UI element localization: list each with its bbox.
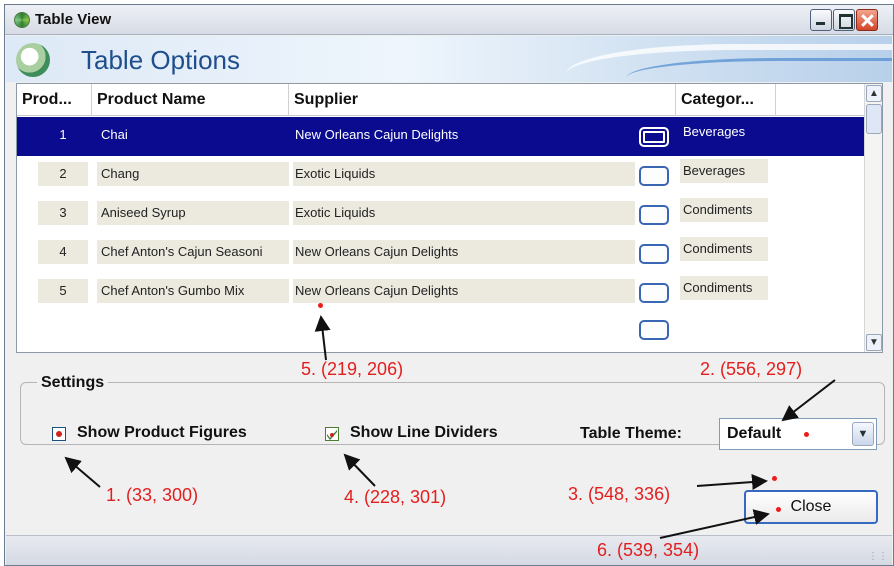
product-figure-button[interactable] — [639, 320, 669, 340]
cell-product-id: 4 — [38, 240, 88, 264]
table-row[interactable]: 5 Chef Anton's Gumbo Mix New Orleans Caj… — [17, 273, 865, 312]
banner-title: Table Options — [81, 45, 240, 75]
table-row[interactable]: 4 Chef Anton's Cajun Seasoni New Orleans… — [17, 234, 865, 273]
product-figure-button[interactable] — [639, 205, 669, 225]
cell-product-name: Chang — [97, 162, 289, 186]
window-close-button[interactable] — [856, 9, 878, 31]
annotation-marker — [804, 432, 809, 437]
column-header-category[interactable]: Categor... — [676, 84, 776, 116]
maximize-button[interactable] — [833, 9, 855, 31]
chevron-down-icon[interactable]: ▼ — [852, 422, 874, 446]
show-line-dividers-checkbox[interactable] — [325, 427, 339, 441]
annotation-label: 5. (219, 206) — [301, 359, 404, 379]
window-title: Table View — [35, 11, 112, 28]
column-header-supplier[interactable]: Supplier — [289, 84, 676, 116]
annotation-label: 1. (33, 300) — [106, 485, 199, 505]
checkmark-icon — [327, 430, 337, 440]
cell-product-id: 2 — [38, 162, 88, 186]
annotation-label: 6. (539, 354) — [597, 540, 700, 560]
cell-product-name: Chai — [101, 127, 128, 142]
table-theme-label: Table Theme: — [580, 425, 682, 442]
show-product-figures-label[interactable]: Show Product Figures — [77, 424, 247, 442]
scroll-up-icon[interactable]: ▲ — [866, 85, 882, 102]
product-table[interactable]: Prod... Product Name Supplier Categor...… — [16, 83, 883, 353]
cell-supplier: Exotic Liquids — [293, 162, 635, 186]
cell-category: Condiments — [680, 198, 768, 222]
settings-legend: Settings — [37, 374, 109, 392]
status-bar: ⋮⋮ — [6, 535, 892, 565]
cell-supplier: New Orleans Cajun Delights — [293, 240, 635, 264]
table-row[interactable]: 2 Chang Exotic Liquids Beverages — [17, 156, 865, 195]
table-row[interactable]: 1 Chai New Orleans Cajun Delights Bevera… — [17, 117, 865, 156]
resize-grip-icon[interactable]: ⋮⋮ — [868, 551, 888, 562]
annotation-marker — [318, 303, 323, 308]
cell-category: Condiments — [680, 276, 768, 300]
cell-product-id: 3 — [38, 201, 88, 225]
annotation-label: 2. (556, 297) — [700, 359, 803, 379]
table-row-partial[interactable] — [17, 312, 865, 351]
table-theme-select[interactable]: Default ▼ — [719, 418, 877, 450]
cell-category: Beverages — [683, 124, 746, 139]
column-header-product-name[interactable]: Product Name — [92, 84, 289, 116]
minimize-button[interactable] — [810, 9, 832, 31]
annotation-label: 3. (548, 336) — [568, 484, 671, 504]
cell-category: Condiments — [680, 237, 768, 261]
cell-category: Beverages — [680, 159, 768, 183]
cell-supplier: New Orleans Cajun Delights — [293, 279, 635, 303]
show-product-figures-checkbox[interactable] — [52, 427, 66, 441]
cell-product-id: 5 — [38, 279, 88, 303]
cell-product-id: 1 — [59, 127, 67, 142]
scroll-thumb[interactable] — [866, 104, 882, 134]
cell-product-name: Chef Anton's Cajun Seasoni — [97, 240, 289, 264]
banner: Table Options — [6, 36, 892, 82]
table-theme-value: Default — [727, 425, 782, 442]
annotation-label: 4. (228, 301) — [344, 487, 447, 507]
table-view-window: Table View Table Options Prod... Product… — [4, 4, 894, 566]
annotation-marker — [772, 476, 777, 481]
product-figure-button[interactable] — [639, 283, 669, 303]
cell-supplier: Exotic Liquids — [293, 201, 635, 225]
table-header: Prod... Product Name Supplier Categor... — [17, 84, 865, 116]
product-figure-button[interactable] — [639, 127, 669, 147]
product-figure-button[interactable] — [639, 166, 669, 186]
show-line-dividers-label[interactable]: Show Line Dividers — [350, 424, 498, 442]
column-header-product-id[interactable]: Prod... — [17, 84, 92, 116]
scroll-down-icon[interactable]: ▼ — [866, 334, 882, 351]
product-figure-button[interactable] — [639, 244, 669, 264]
vertical-scrollbar[interactable]: ▲ ▼ — [864, 84, 882, 352]
cell-supplier: New Orleans Cajun Delights — [295, 127, 459, 142]
title-bar[interactable]: Table View — [5, 5, 893, 35]
annotation-marker — [776, 507, 781, 512]
app-icon — [14, 12, 30, 28]
cell-product-name: Chef Anton's Gumbo Mix — [97, 279, 289, 303]
banner-logo-icon — [16, 43, 50, 77]
table-row[interactable]: 3 Aniseed Syrup Exotic Liquids Condiment… — [17, 195, 865, 234]
close-button[interactable]: Close — [744, 490, 878, 524]
cell-product-name: Aniseed Syrup — [97, 201, 289, 225]
